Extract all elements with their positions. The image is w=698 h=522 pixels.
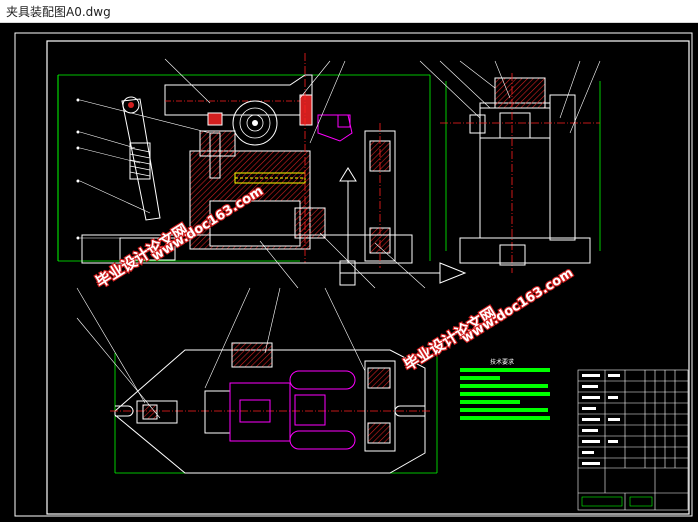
watermarks: 毕业设计论文网 www.doc163.com 毕业设计论文网 www.doc16… [91, 183, 577, 376]
watermark-cn-2: 毕业设计论文网 [401, 303, 500, 374]
tech-requirements-title: 技术要求 [490, 358, 514, 366]
title-block [577, 369, 689, 511]
watermark-url-2: www.doc163.com [459, 266, 576, 347]
window-title: 夹具装配图A0.dwg [6, 5, 111, 19]
side-view [419, 60, 601, 273]
window-title-bar: 夹具装配图A0.dwg [0, 0, 698, 23]
technical-requirements: 技术要求 [460, 358, 550, 420]
front-view [57, 53, 467, 289]
cad-drawing-canvas[interactable]: 技术要求 毕业设计论文网 www.doc163.com 毕业设计论文网 www.… [0, 23, 698, 522]
drawing-svg: 技术要求 毕业设计论文网 www.doc163.com 毕业设计论文网 www.… [14, 32, 693, 517]
top-view [76, 287, 438, 474]
watermark-cn-1: 毕业设计论文网 [93, 220, 192, 291]
